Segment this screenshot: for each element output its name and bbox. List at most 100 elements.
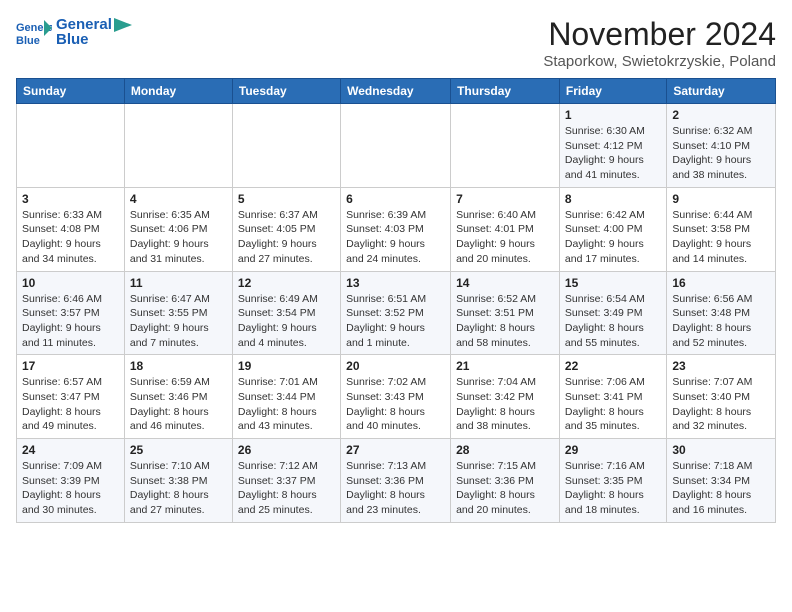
- calendar-cell: 12 Sunrise: 6:49 AM Sunset: 3:54 PM Dayli…: [232, 271, 340, 355]
- calendar-cell: [232, 104, 340, 188]
- day-info: Sunrise: 6:57 AM Sunset: 3:47 PM Dayligh…: [22, 375, 119, 434]
- calendar-week-1: 1 Sunrise: 6:30 AM Sunset: 4:12 PM Daylig…: [17, 104, 776, 188]
- day-number: 21: [456, 359, 554, 373]
- day-info: Sunrise: 6:52 AM Sunset: 3:51 PM Dayligh…: [456, 292, 554, 351]
- day-number: 22: [565, 359, 661, 373]
- day-number: 8: [565, 192, 661, 206]
- day-number: 15: [565, 276, 661, 290]
- day-number: 18: [130, 359, 227, 373]
- weekday-header-tuesday: Tuesday: [232, 79, 340, 104]
- calendar-cell: 2 Sunrise: 6:32 AM Sunset: 4:10 PM Daylig…: [667, 104, 776, 188]
- calendar-cell: 1 Sunrise: 6:30 AM Sunset: 4:12 PM Daylig…: [559, 104, 666, 188]
- day-info: Sunrise: 6:42 AM Sunset: 4:00 PM Dayligh…: [565, 208, 661, 267]
- day-number: 28: [456, 443, 554, 457]
- day-number: 2: [672, 108, 770, 122]
- day-info: Sunrise: 6:54 AM Sunset: 3:49 PM Dayligh…: [565, 292, 661, 351]
- day-info: Sunrise: 6:32 AM Sunset: 4:10 PM Dayligh…: [672, 124, 770, 183]
- calendar-cell: 16 Sunrise: 6:56 AM Sunset: 3:48 PM Dayli…: [667, 271, 776, 355]
- weekday-header-sunday: Sunday: [17, 79, 125, 104]
- day-info: Sunrise: 7:09 AM Sunset: 3:39 PM Dayligh…: [22, 459, 119, 518]
- svg-text:Blue: Blue: [16, 35, 40, 46]
- day-info: Sunrise: 7:01 AM Sunset: 3:44 PM Dayligh…: [238, 375, 335, 434]
- calendar-week-3: 10 Sunrise: 6:46 AM Sunset: 3:57 PM Dayli…: [17, 271, 776, 355]
- day-info: Sunrise: 7:06 AM Sunset: 3:41 PM Dayligh…: [565, 375, 661, 434]
- day-info: Sunrise: 7:16 AM Sunset: 3:35 PM Dayligh…: [565, 459, 661, 518]
- day-number: 17: [22, 359, 119, 373]
- location-title: Staporkow, Swietokrzyskie, Poland: [543, 53, 776, 70]
- calendar-week-2: 3 Sunrise: 6:33 AM Sunset: 4:08 PM Daylig…: [17, 187, 776, 271]
- calendar-cell: 10 Sunrise: 6:46 AM Sunset: 3:57 PM Dayli…: [17, 271, 125, 355]
- day-info: Sunrise: 7:15 AM Sunset: 3:36 PM Dayligh…: [456, 459, 554, 518]
- day-number: 16: [672, 276, 770, 290]
- calendar-cell: 5Sunrise: 6:37 AM Sunset: 4:05 PM Daylig…: [232, 187, 340, 271]
- calendar-cell: [451, 104, 560, 188]
- logo-icon: General Blue: [16, 18, 52, 46]
- calendar-cell: 18 Sunrise: 6:59 AM Sunset: 3:46 PM Dayli…: [124, 355, 232, 439]
- weekday-header-thursday: Thursday: [451, 79, 560, 104]
- day-info: Sunrise: 6:49 AM Sunset: 3:54 PM Dayligh…: [238, 292, 335, 351]
- calendar-cell: 9 Sunrise: 6:44 AM Sunset: 3:58 PM Daylig…: [667, 187, 776, 271]
- day-number: 5: [238, 192, 335, 206]
- calendar-cell: [17, 104, 125, 188]
- day-info: Sunrise: 7:10 AM Sunset: 3:38 PM Dayligh…: [130, 459, 227, 518]
- day-info: Sunrise: 6:33 AM Sunset: 4:08 PM Dayligh…: [22, 208, 119, 267]
- weekday-header-wednesday: Wednesday: [341, 79, 451, 104]
- calendar-cell: 24 Sunrise: 7:09 AM Sunset: 3:39 PM Dayli…: [17, 439, 125, 523]
- day-number: 13: [346, 276, 445, 290]
- calendar-cell: 13 Sunrise: 6:51 AM Sunset: 3:52 PM Dayli…: [341, 271, 451, 355]
- calendar-cell: 22 Sunrise: 7:06 AM Sunset: 3:41 PM Dayli…: [559, 355, 666, 439]
- day-info: Sunrise: 6:46 AM Sunset: 3:57 PM Dayligh…: [22, 292, 119, 351]
- calendar-cell: 27Sunrise: 7:13 AM Sunset: 3:36 PM Dayli…: [341, 439, 451, 523]
- day-info: Sunrise: 6:40 AM Sunset: 4:01 PM Dayligh…: [456, 208, 554, 267]
- day-number: 20: [346, 359, 445, 373]
- calendar-cell: 26Sunrise: 7:12 AM Sunset: 3:37 PM Dayli…: [232, 439, 340, 523]
- day-info: Sunrise: 6:35 AM Sunset: 4:06 PM Dayligh…: [130, 208, 227, 267]
- weekday-header-row: SundayMondayTuesdayWednesdayThursdayFrid…: [17, 79, 776, 104]
- day-number: 4: [130, 192, 227, 206]
- page-header: General Blue General Blue November 2024 …: [16, 16, 776, 70]
- title-block: November 2024 Staporkow, Swietokrzyskie,…: [543, 16, 776, 70]
- calendar-cell: 4 Sunrise: 6:35 AM Sunset: 4:06 PM Daylig…: [124, 187, 232, 271]
- day-number: 12: [238, 276, 335, 290]
- calendar-cell: 23Sunrise: 7:07 AM Sunset: 3:40 PM Dayli…: [667, 355, 776, 439]
- day-number: 29: [565, 443, 661, 457]
- day-info: Sunrise: 7:04 AM Sunset: 3:42 PM Dayligh…: [456, 375, 554, 434]
- logo-triangle-icon: [114, 18, 132, 32]
- day-info: Sunrise: 6:51 AM Sunset: 3:52 PM Dayligh…: [346, 292, 445, 351]
- day-info: Sunrise: 6:44 AM Sunset: 3:58 PM Dayligh…: [672, 208, 770, 267]
- day-number: 1: [565, 108, 661, 122]
- calendar-cell: 17 Sunrise: 6:57 AM Sunset: 3:47 PM Dayli…: [17, 355, 125, 439]
- calendar-cell: 28 Sunrise: 7:15 AM Sunset: 3:36 PM Dayli…: [451, 439, 560, 523]
- logo-blue: Blue: [56, 31, 132, 48]
- day-number: 3: [22, 192, 119, 206]
- calendar-cell: 19 Sunrise: 7:01 AM Sunset: 3:44 PM Dayli…: [232, 355, 340, 439]
- calendar-cell: 15 Sunrise: 6:54 AM Sunset: 3:49 PM Dayli…: [559, 271, 666, 355]
- day-info: Sunrise: 6:47 AM Sunset: 3:55 PM Dayligh…: [130, 292, 227, 351]
- day-number: 25: [130, 443, 227, 457]
- day-info: Sunrise: 7:12 AM Sunset: 3:37 PM Dayligh…: [238, 459, 335, 518]
- day-number: 7: [456, 192, 554, 206]
- day-info: Sunrise: 6:39 AM Sunset: 4:03 PM Dayligh…: [346, 208, 445, 267]
- day-number: 10: [22, 276, 119, 290]
- calendar-cell: 25 Sunrise: 7:10 AM Sunset: 3:38 PM Dayli…: [124, 439, 232, 523]
- day-number: 9: [672, 192, 770, 206]
- calendar-cell: 14Sunrise: 6:52 AM Sunset: 3:51 PM Dayli…: [451, 271, 560, 355]
- day-info: Sunrise: 6:56 AM Sunset: 3:48 PM Dayligh…: [672, 292, 770, 351]
- weekday-header-monday: Monday: [124, 79, 232, 104]
- calendar-cell: 11 Sunrise: 6:47 AM Sunset: 3:55 PM Dayli…: [124, 271, 232, 355]
- calendar-cell: 8 Sunrise: 6:42 AM Sunset: 4:00 PM Daylig…: [559, 187, 666, 271]
- weekday-header-friday: Friday: [559, 79, 666, 104]
- day-number: 11: [130, 276, 227, 290]
- day-number: 6: [346, 192, 445, 206]
- calendar-header: SundayMondayTuesdayWednesdayThursdayFrid…: [17, 79, 776, 104]
- day-number: 23: [672, 359, 770, 373]
- calendar-body: 1 Sunrise: 6:30 AM Sunset: 4:12 PM Daylig…: [17, 104, 776, 523]
- day-info: Sunrise: 6:59 AM Sunset: 3:46 PM Dayligh…: [130, 375, 227, 434]
- day-number: 27: [346, 443, 445, 457]
- calendar-cell: 3 Sunrise: 6:33 AM Sunset: 4:08 PM Daylig…: [17, 187, 125, 271]
- day-number: 19: [238, 359, 335, 373]
- logo: General Blue General Blue: [16, 16, 132, 48]
- day-info: Sunrise: 6:30 AM Sunset: 4:12 PM Dayligh…: [565, 124, 661, 183]
- day-number: 24: [22, 443, 119, 457]
- calendar-cell: 6 Sunrise: 6:39 AM Sunset: 4:03 PM Daylig…: [341, 187, 451, 271]
